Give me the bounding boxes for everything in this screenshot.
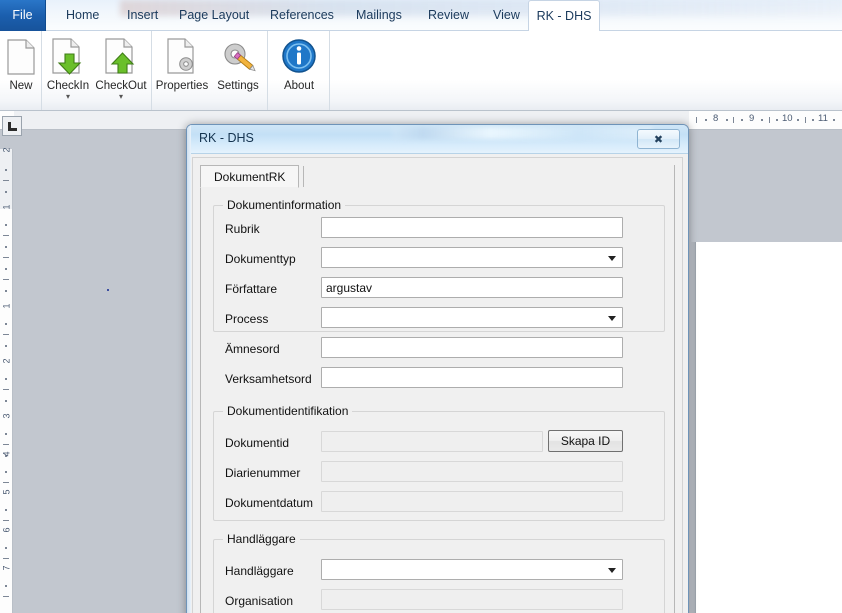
dialog-left-edge-strip [187, 125, 191, 613]
ruler-v-label: 4 [1, 451, 12, 457]
group-dokumentinformation-legend: Dokumentinformation [223, 198, 346, 212]
ruler-h-label: 10 [782, 113, 793, 124]
new-document-icon [0, 34, 47, 80]
tab-page-layout[interactable]: Page Layout [168, 0, 260, 31]
input-dokumentid[interactable] [321, 431, 543, 452]
ruler-v-label: 6 [1, 527, 12, 533]
left-tab-stop-icon [7, 121, 17, 131]
label-verksamhetsord: Verksamhetsord [225, 372, 312, 386]
group-dokumentidentifikation-legend: Dokumentidentifikation [223, 404, 353, 418]
label-dokumentdatum: Dokumentdatum [225, 496, 314, 510]
label-dokumentid: Dokumentid [225, 436, 290, 450]
ribbon-group-checkinout: CheckIn ▾ CheckOut ▾ [42, 31, 152, 110]
chevron-down-icon[interactable]: ▾ [95, 92, 147, 102]
ribbon-button-properties[interactable]: Properties [153, 34, 211, 92]
tab-strip-divider [303, 166, 304, 187]
ruler-v-label: 2 [1, 147, 12, 153]
dialog-body: DokumentRK Dokumentinformation Rubrik Do… [192, 157, 683, 613]
ribbon-group-properties-settings: Properties Settings [152, 31, 268, 110]
ribbon-button-settings[interactable]: Settings [210, 34, 266, 92]
ruler-v-label: 2 [1, 358, 12, 364]
ribbon-content: New CheckIn ▾ CheckOut ▾ Properties Sett… [0, 31, 842, 111]
ribbon-button-settings-label: Settings [217, 80, 259, 92]
group-handlaggare-legend: Handläggare [223, 532, 300, 546]
ribbon-group-about: About [268, 31, 330, 110]
tab-file[interactable]: File [0, 0, 46, 31]
ruler-h-label: 8 [713, 113, 719, 124]
input-organisation[interactable] [321, 589, 623, 610]
ruler-h-label: 9 [749, 113, 755, 124]
ribbon-button-new[interactable]: New [0, 34, 47, 92]
tab-mailings[interactable]: Mailings [345, 0, 413, 31]
dialog-title: RK - DHS [199, 131, 254, 145]
combo-dokumenttyp[interactable] [321, 247, 623, 268]
input-diarienummer[interactable] [321, 461, 623, 482]
input-amnesord[interactable] [321, 337, 623, 358]
document-page[interactable] [695, 242, 842, 613]
combo-process[interactable] [321, 307, 623, 328]
chevron-down-icon [608, 568, 616, 573]
ribbon-group-new: New [0, 31, 42, 110]
label-handlaggare: Handläggare [225, 564, 294, 578]
combo-handlaggare[interactable] [321, 559, 623, 580]
ribbon-button-about-label: About [283, 80, 315, 92]
vertical-ruler[interactable]: 2 1 1 2 3 4 5 6 7 8 [0, 148, 13, 613]
tab-home[interactable]: Home [55, 0, 110, 31]
about-info-icon [273, 34, 325, 80]
ribbon-button-checkout[interactable]: CheckOut ▾ [95, 34, 147, 102]
label-process: Process [225, 312, 269, 326]
tab-view[interactable]: View [482, 0, 531, 31]
input-forfattare[interactable] [321, 277, 623, 298]
check-in-icon [42, 34, 94, 80]
ruler-h-label: 11 [818, 113, 828, 124]
close-icon[interactable]: ✖ [637, 129, 680, 149]
ribbon-button-checkin-label: CheckIn [46, 80, 90, 92]
ribbon-button-new-label: New [9, 80, 33, 92]
ruler-v-label: 7 [1, 565, 12, 571]
document-caret-dot [107, 289, 109, 291]
skapa-id-button[interactable]: Skapa ID [548, 430, 623, 452]
tab-insert[interactable]: Insert [116, 0, 169, 31]
tab-review[interactable]: Review [417, 0, 480, 31]
input-rubrik[interactable] [321, 217, 623, 238]
settings-gear-pencil-icon [210, 34, 266, 80]
input-dokumentdatum[interactable] [321, 491, 623, 512]
chevron-down-icon[interactable]: ▾ [42, 92, 94, 102]
ruler-v-label: 1 [1, 204, 12, 210]
tab-stop-selector[interactable] [2, 116, 22, 136]
tab-rk-dhs[interactable]: RK - DHS [528, 0, 600, 32]
tab-references[interactable]: References [259, 0, 345, 31]
label-organisation: Organisation [225, 594, 294, 608]
check-out-icon [95, 34, 147, 80]
label-dokumenttyp: Dokumenttyp [225, 252, 296, 266]
rk-dhs-dialog: RK - DHS ✖ DokumentRK Dokumentinformatio… [186, 124, 689, 613]
document-properties-icon [153, 34, 211, 80]
ribbon-button-properties-label: Properties [155, 80, 209, 92]
ribbon-button-checkout-label: CheckOut [95, 80, 147, 92]
word-application-window: File Home Insert Page Layout References … [0, 0, 842, 613]
label-amnesord: Ämnesord [225, 342, 280, 356]
label-forfattare: Författare [225, 282, 278, 296]
ruler-v-label: 3 [1, 413, 12, 419]
chevron-down-icon [608, 316, 616, 321]
tab-dokumentrk[interactable]: DokumentRK [200, 165, 300, 188]
chevron-down-icon [608, 256, 616, 261]
ribbon-button-about[interactable]: About [273, 34, 325, 92]
label-diarienummer: Diarienummer [225, 466, 301, 480]
ruler-v-label: 5 [1, 489, 12, 495]
ribbon-tab-bar: File Home Insert Page Layout References … [0, 0, 842, 32]
label-rubrik: Rubrik [225, 222, 260, 236]
ruler-v-label: 1 [1, 303, 12, 309]
title-bar-blur [392, 127, 652, 139]
dialog-title-bar[interactable]: RK - DHS ✖ [187, 125, 688, 154]
ribbon-button-checkin[interactable]: CheckIn ▾ [42, 34, 94, 102]
input-verksamhetsord[interactable] [321, 367, 623, 388]
